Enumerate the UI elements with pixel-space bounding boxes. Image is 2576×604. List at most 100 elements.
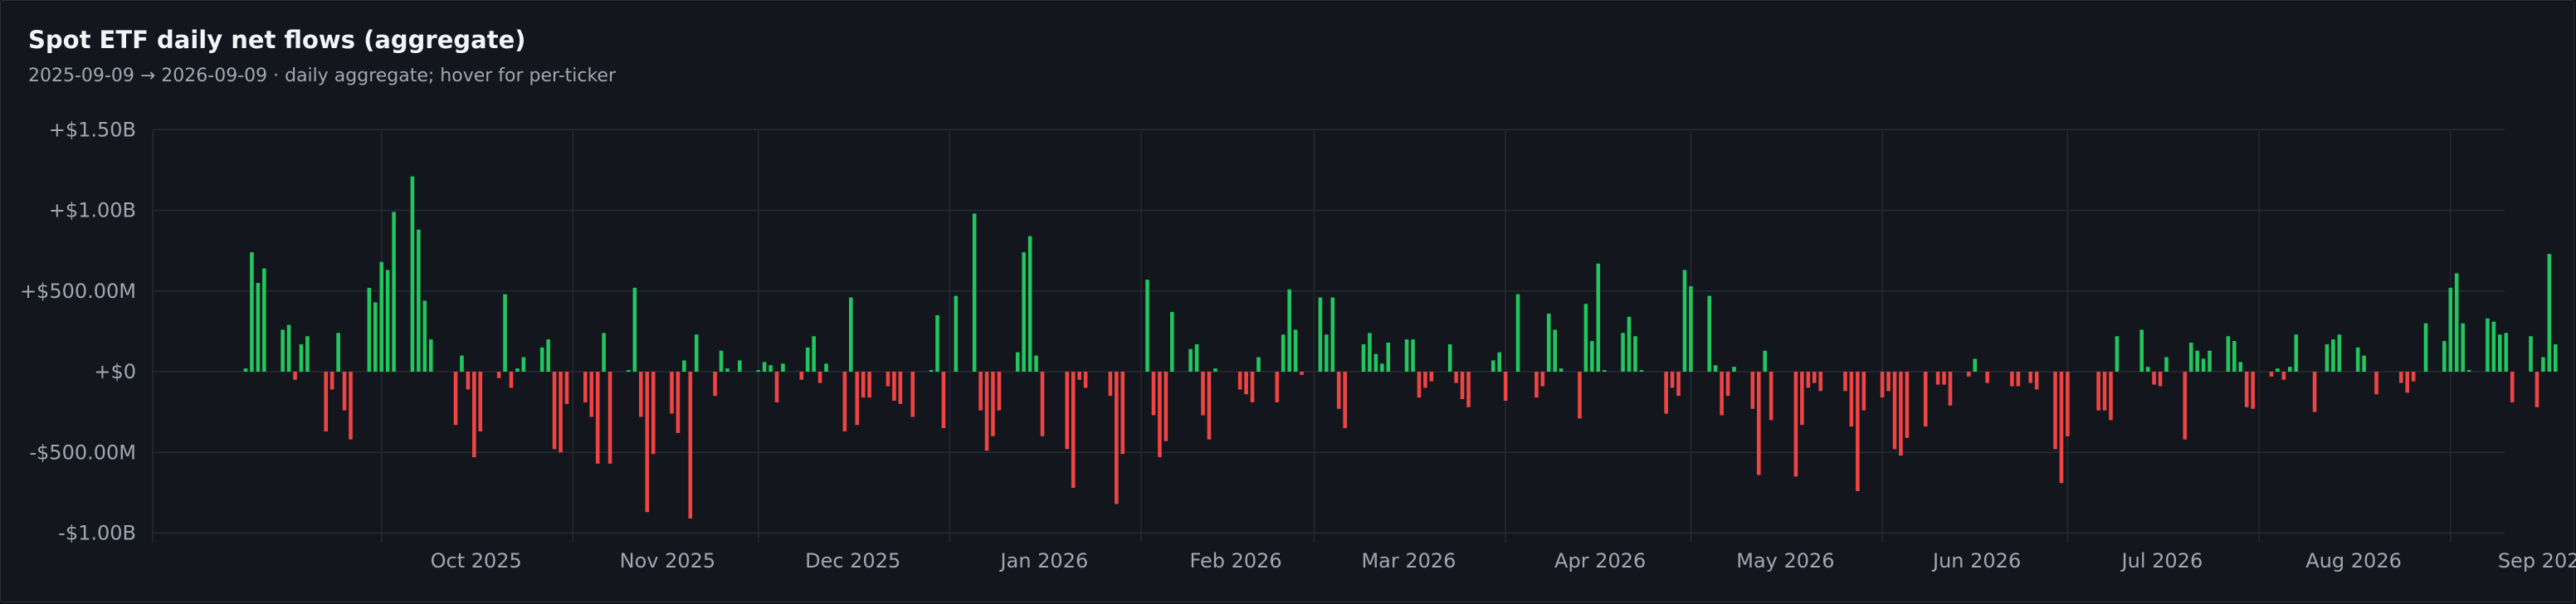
flow-bar[interactable] (1454, 372, 1458, 383)
flow-bar[interactable] (2454, 273, 2459, 372)
flow-bar[interactable] (676, 372, 681, 433)
flow-bar[interactable] (2158, 372, 2163, 387)
flow-bar[interactable] (2096, 372, 2100, 411)
flow-bar[interactable] (1559, 368, 1564, 372)
flow-bar[interactable] (496, 372, 501, 378)
flow-bar[interactable] (2066, 372, 2070, 436)
flow-bar[interactable] (1973, 358, 1978, 372)
flow-bar[interactable] (1164, 372, 1168, 441)
flow-bar[interactable] (1022, 252, 1026, 372)
flow-bar[interactable] (2491, 321, 2496, 372)
flow-bar[interactable] (1411, 339, 1415, 372)
flow-bar[interactable] (805, 347, 810, 372)
flow-bar[interactable] (2498, 334, 2502, 372)
flow-bar[interactable] (1553, 329, 1558, 372)
flow-bar[interactable] (632, 287, 637, 372)
flow-bar[interactable] (1725, 372, 1730, 397)
flow-bar[interactable] (954, 295, 959, 372)
flow-bar[interactable] (1188, 348, 1193, 372)
flow-bar[interactable] (367, 287, 372, 372)
flow-bar[interactable] (638, 372, 643, 417)
flow-bar[interactable] (1818, 372, 1823, 392)
flow-bar[interactable] (2448, 287, 2453, 372)
flow-bar[interactable] (1793, 372, 1798, 477)
flow-bar[interactable] (2405, 372, 2409, 393)
flow-bar[interactable] (1293, 329, 1298, 372)
flow-bar[interactable] (503, 294, 507, 372)
flow-bar[interactable] (256, 283, 261, 372)
flow-bar[interactable] (417, 229, 421, 372)
flow-bar[interactable] (1423, 372, 1427, 388)
flow-bar[interactable] (2325, 343, 2330, 372)
flow-bar[interactable] (2139, 329, 2144, 372)
flow-bar[interactable] (627, 370, 631, 372)
flow-bar[interactable] (1880, 372, 1885, 398)
flow-bar[interactable] (2164, 357, 2169, 372)
flow-bar[interactable] (1812, 372, 1817, 383)
flow-bar[interactable] (466, 372, 471, 390)
flow-bar[interactable] (559, 372, 563, 453)
bars-group[interactable] (243, 176, 2576, 519)
flow-bar[interactable] (1682, 270, 1687, 372)
flow-bar[interactable] (472, 372, 476, 458)
flow-bar[interactable] (1034, 355, 1038, 372)
flow-bar[interactable] (1942, 372, 1946, 385)
flow-bar[interactable] (1627, 316, 1632, 372)
flow-bar[interactable] (1497, 352, 1502, 372)
flow-bar[interactable] (293, 372, 297, 380)
flow-bar[interactable] (281, 329, 285, 372)
flow-bar[interactable] (1373, 353, 1378, 372)
flow-bar[interactable] (738, 360, 742, 372)
flow-bar[interactable] (2226, 336, 2231, 372)
flow-bar[interactable] (2355, 347, 2360, 372)
flow-bar[interactable] (929, 370, 934, 372)
flow-bar[interactable] (1237, 372, 1242, 390)
flow-bar[interactable] (2312, 372, 2317, 412)
flow-bar[interactable] (941, 372, 946, 429)
flow-bar[interactable] (2541, 357, 2545, 372)
flow-bar[interactable] (2010, 372, 2014, 387)
flow-bar[interactable] (867, 372, 871, 398)
flow-bar[interactable] (1985, 372, 1989, 383)
flow-bar[interactable] (1707, 295, 1712, 372)
flow-bar[interactable] (2374, 372, 2378, 395)
flow-bar[interactable] (379, 261, 384, 372)
flow-bar[interactable] (1158, 372, 1162, 458)
flow-bar[interactable] (1732, 367, 1736, 372)
flow-bar[interactable] (2281, 372, 2286, 380)
flow-bar[interactable] (2109, 372, 2113, 421)
flow-bar[interactable] (713, 372, 717, 397)
flow-bar[interactable] (1318, 297, 1323, 372)
flow-bar[interactable] (2244, 372, 2249, 407)
flow-bar[interactable] (1417, 372, 1422, 398)
flow-bar[interactable] (2294, 334, 2299, 372)
flow-bar[interactable] (2423, 323, 2428, 372)
flow-bar[interactable] (2337, 334, 2342, 372)
flow-bar[interactable] (1275, 372, 1280, 402)
flow-bar[interactable] (1120, 372, 1125, 455)
flow-bar[interactable] (305, 336, 310, 372)
flow-bar[interactable] (2288, 367, 2292, 372)
flow-bar[interactable] (1515, 294, 1520, 372)
flow-bar[interactable] (1843, 372, 1847, 392)
flow-bar[interactable] (392, 212, 396, 372)
flow-bar[interactable] (243, 368, 248, 372)
flow-bar[interactable] (521, 357, 526, 372)
flow-bar[interactable] (342, 372, 347, 411)
flow-bar[interactable] (688, 372, 693, 519)
flow-bar[interactable] (762, 362, 767, 372)
flow-bar[interactable] (768, 365, 773, 372)
flow-bar[interactable] (645, 372, 650, 513)
flow-bar[interactable] (2510, 372, 2515, 402)
flow-bar[interactable] (1806, 372, 1811, 388)
flow-bar[interactable] (1540, 372, 1545, 387)
flow-bar[interactable] (861, 372, 866, 398)
flow-bar[interactable] (2251, 372, 2255, 409)
flow-bar[interactable] (1670, 372, 1675, 388)
flow-bar[interactable] (670, 372, 674, 414)
flow-bar[interactable] (1077, 372, 1081, 380)
flow-bar[interactable] (1287, 289, 1291, 372)
flow-bar[interactable] (1756, 372, 1761, 475)
flow-bar[interactable] (1590, 341, 1594, 372)
flow-bar[interactable] (2183, 372, 2188, 440)
